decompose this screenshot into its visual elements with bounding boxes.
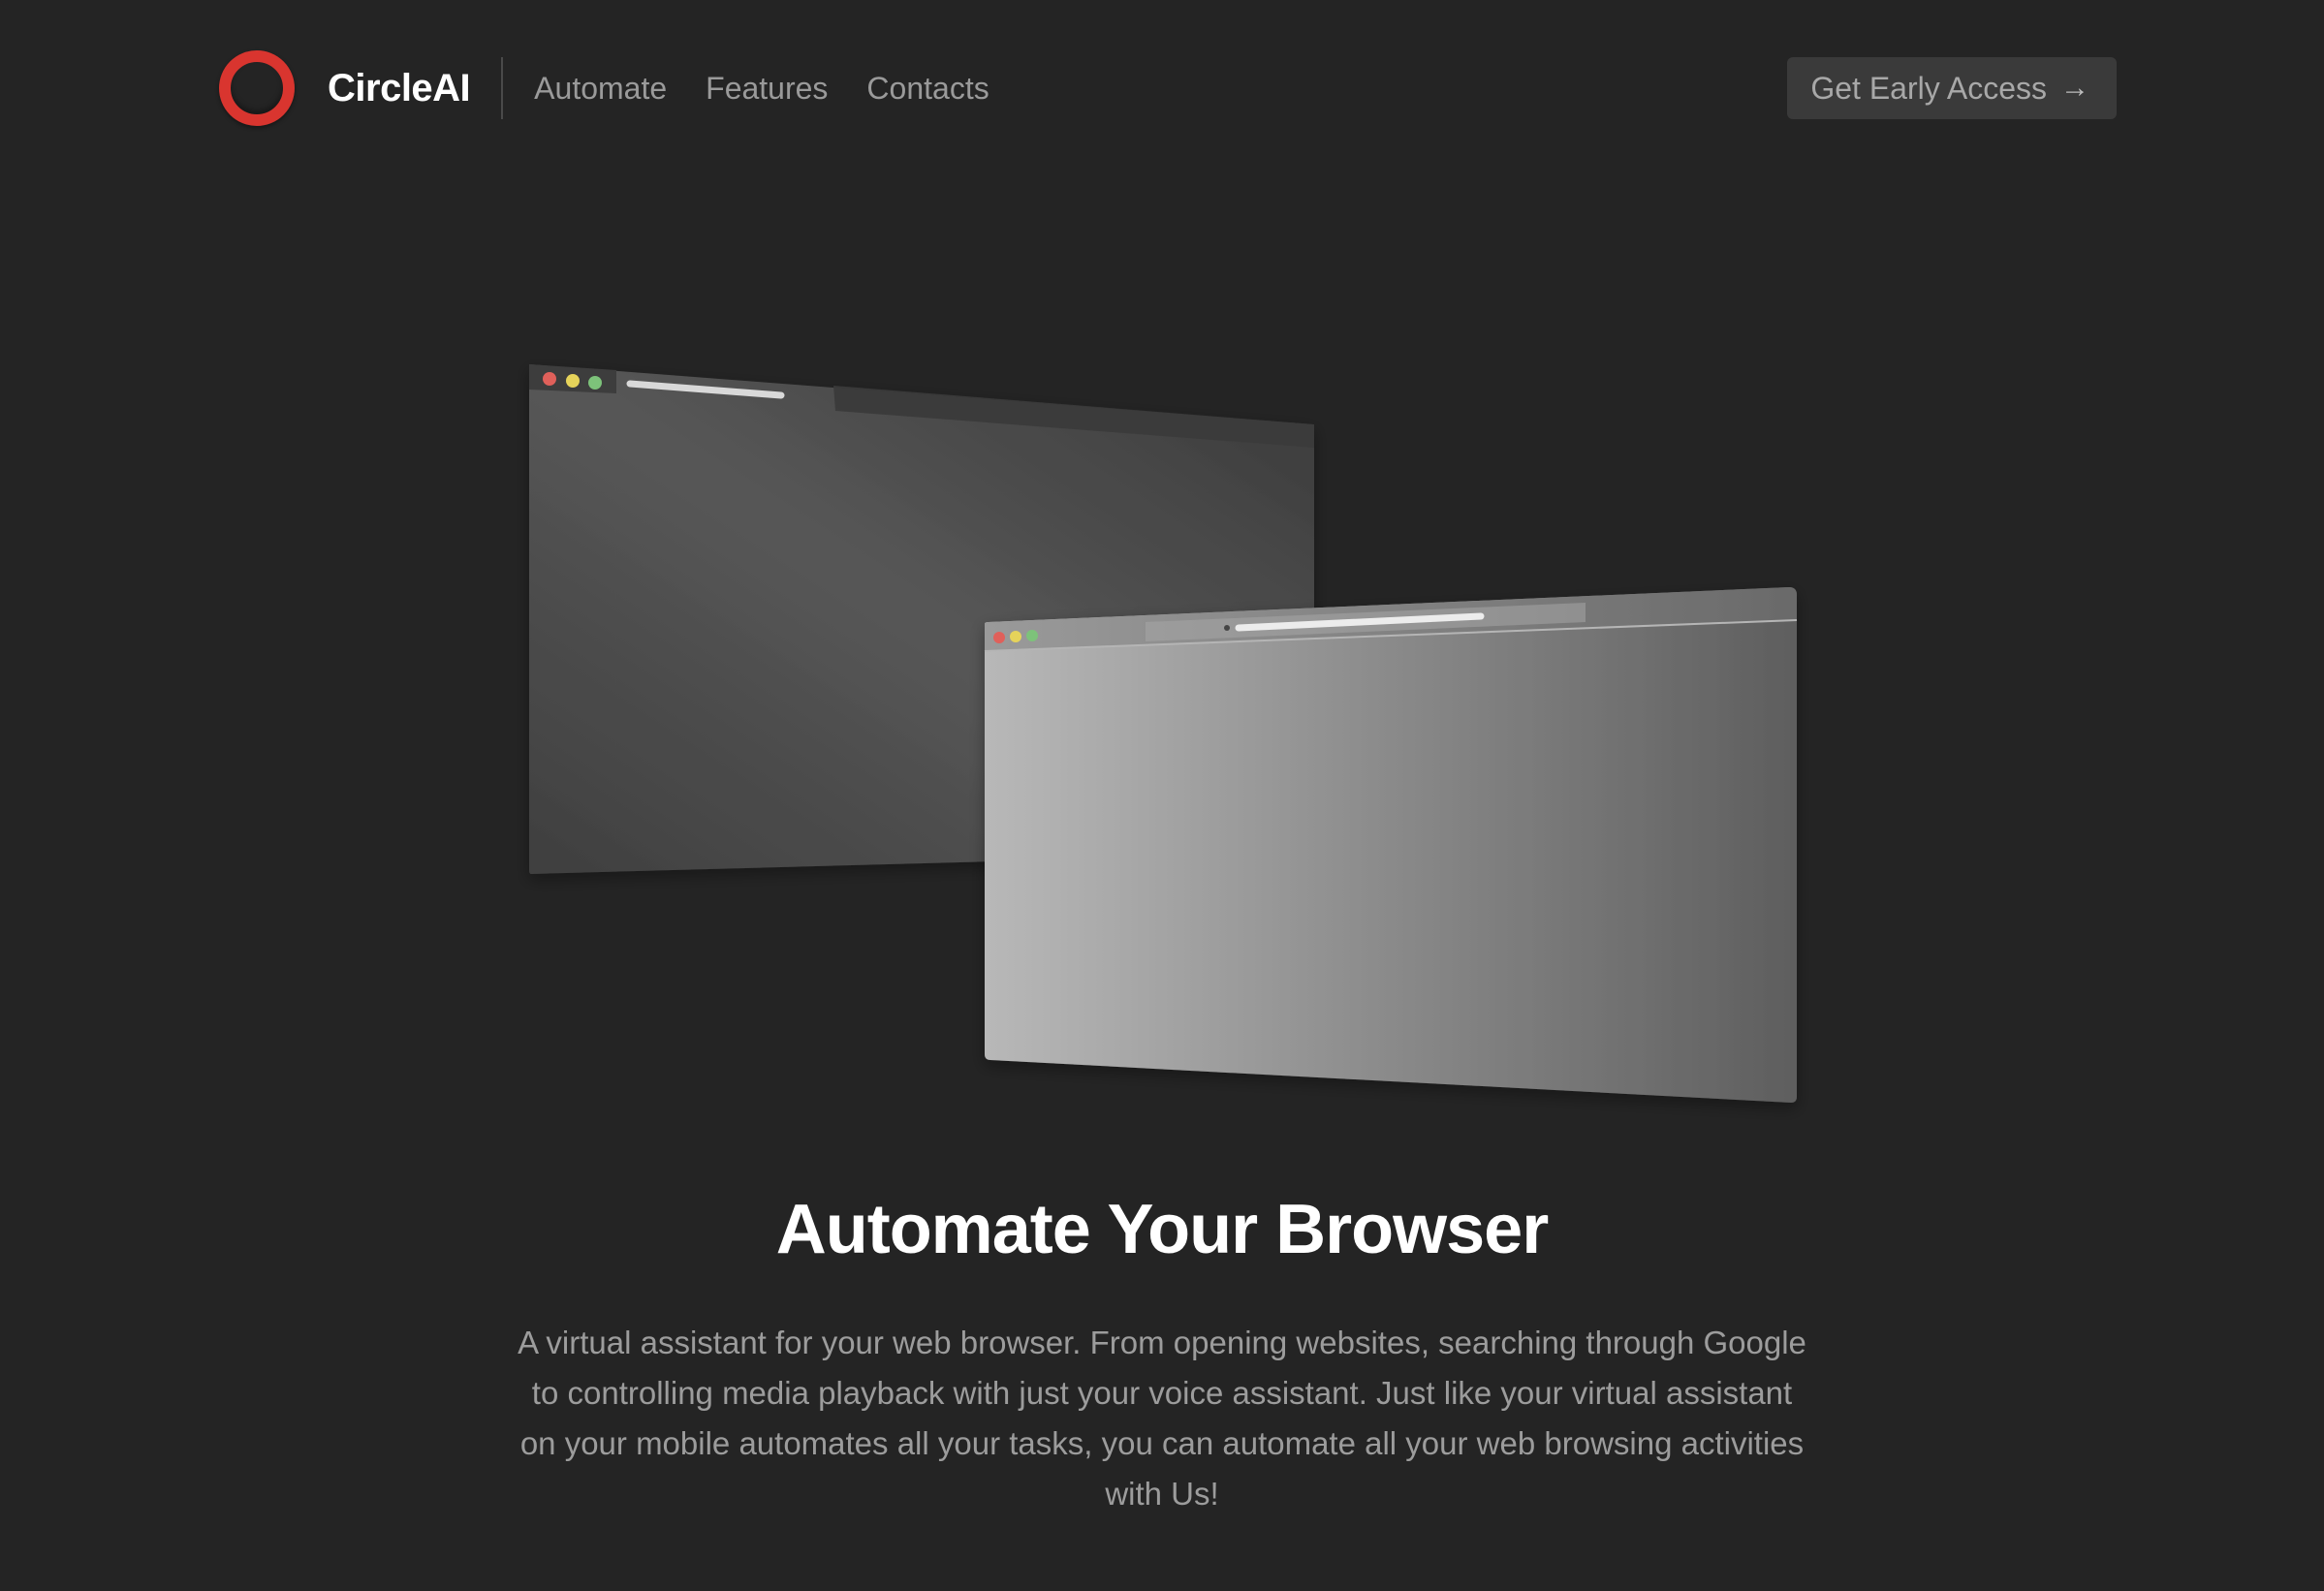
nav-divider (501, 57, 504, 119)
nav-links: Automate Features Contacts (534, 71, 989, 107)
landing-page: CircleAI Automate Features Contacts Get … (0, 0, 2324, 1591)
maximize-dot-icon (1026, 630, 1038, 641)
back-browser-window (529, 364, 1314, 874)
cta-label: Get Early Access (1810, 70, 2047, 106)
hero-description: A virtual assistant for your web browser… (518, 1325, 1806, 1512)
arrow-right-icon: → (2060, 72, 2089, 104)
minimize-dot-icon (566, 374, 580, 388)
close-dot-icon (543, 372, 556, 386)
maximize-dot-icon (588, 376, 602, 390)
navbar: CircleAI Automate Features Contacts Get … (219, 47, 2117, 130)
brand-name[interactable]: CircleAI (328, 67, 471, 110)
nav-link-automate[interactable]: Automate (534, 71, 667, 107)
front-browser-window (984, 587, 1798, 1103)
nav-link-features[interactable]: Features (706, 71, 828, 107)
minimize-dot-icon (1010, 631, 1021, 642)
circle-logo-icon[interactable] (219, 50, 295, 126)
nav-link-contacts[interactable]: Contacts (866, 71, 989, 107)
get-early-access-button[interactable]: Get Early Access → (1787, 57, 2117, 119)
hero-title: Automate Your Browser (775, 1191, 1550, 1268)
close-dot-icon (993, 632, 1005, 643)
